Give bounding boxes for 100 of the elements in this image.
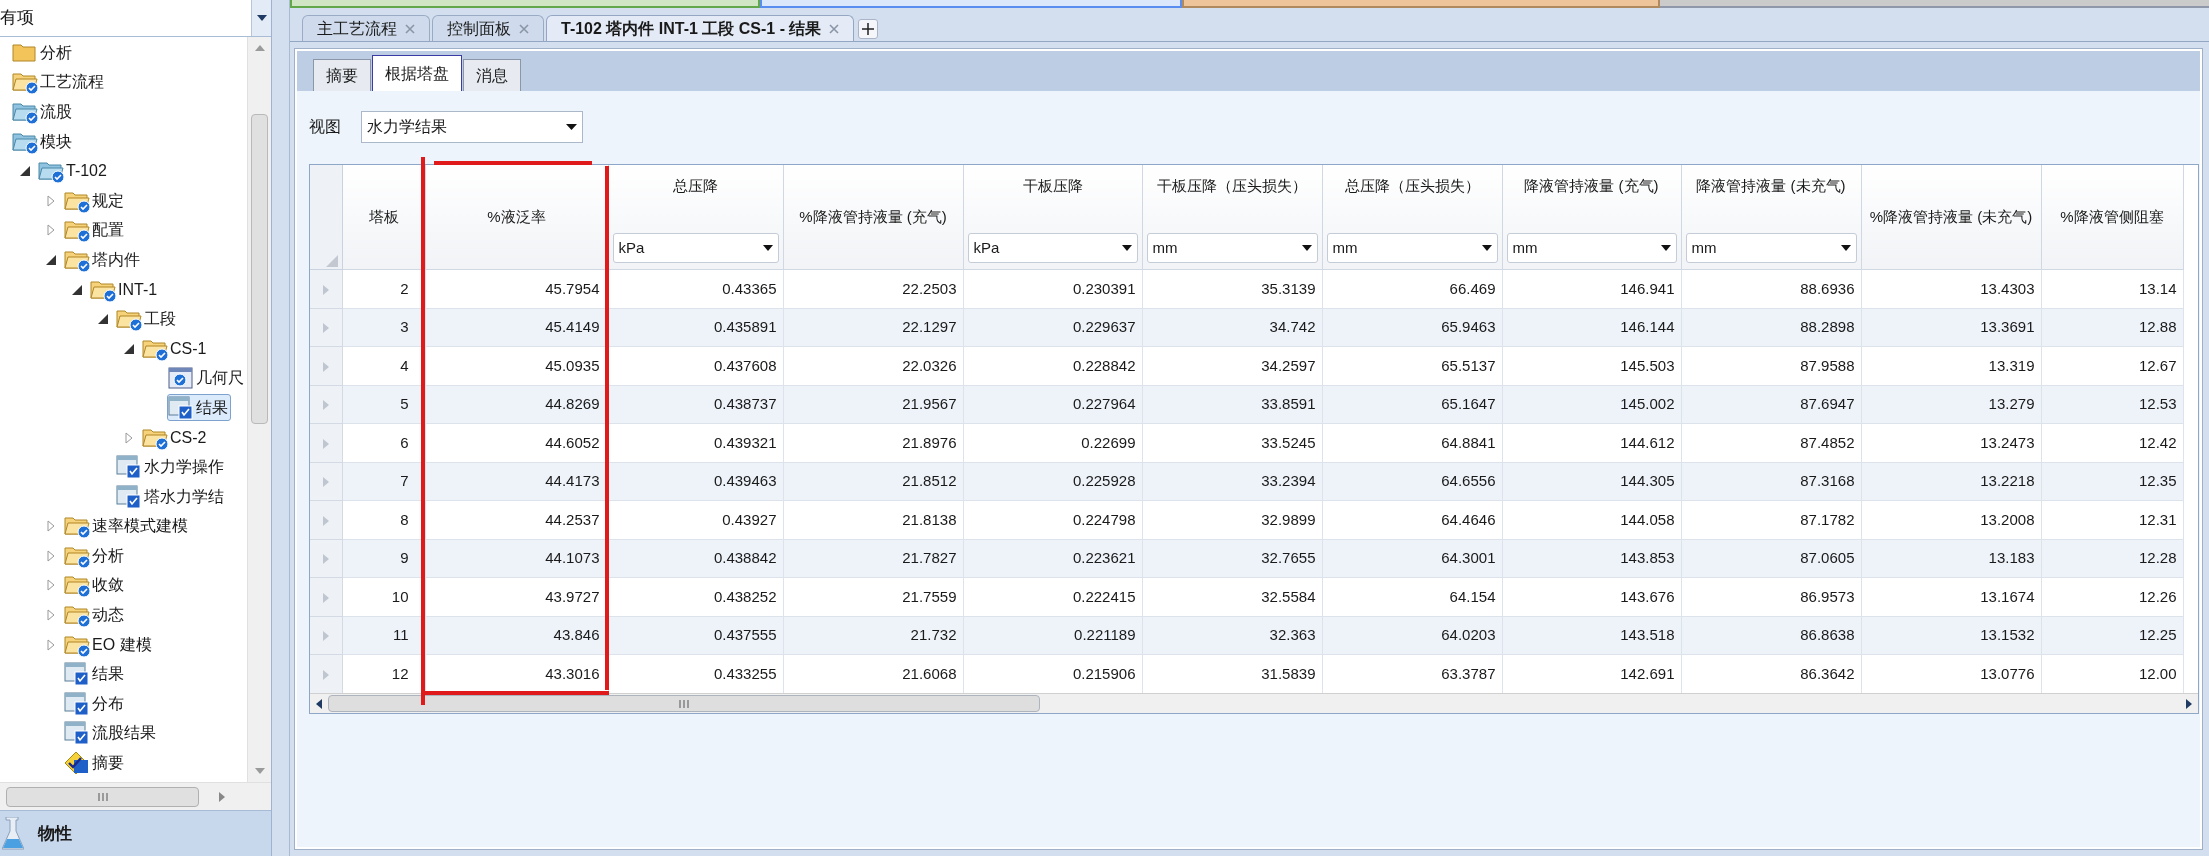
unit-dropdown[interactable]: kPa	[967, 233, 1138, 263]
horizontal-scrollbar[interactable]	[0, 782, 271, 810]
column-header[interactable]: 降液管持液量 (未充气)	[1681, 175, 1861, 197]
tree-item[interactable]: 流股	[11, 98, 75, 126]
close-icon[interactable]	[519, 23, 529, 34]
row-indicator-icon[interactable]	[322, 669, 329, 680]
tree-item[interactable]: 规定	[63, 187, 127, 215]
table-cell-text: 10	[391, 587, 410, 605]
tree-item[interactable]: EO 建模	[63, 631, 155, 659]
table-cell-text: 12.26	[2138, 587, 2178, 605]
navigation-pane-button[interactable]: 物性	[0, 810, 271, 856]
collapsed-arrow-icon[interactable]	[47, 549, 55, 562]
collapsed-arrow-icon[interactable]	[47, 520, 55, 533]
scroll-down-arrow-icon[interactable]	[254, 768, 265, 774]
tree-item[interactable]: 配置	[63, 216, 127, 244]
scroll-right-arrow-icon[interactable]	[2186, 698, 2192, 709]
table-cell-text: 12.00	[2138, 664, 2178, 682]
row-indicator-icon[interactable]	[322, 477, 329, 487]
document-tab[interactable]: 主工艺流程	[302, 15, 430, 41]
row-indicator-icon[interactable]	[322, 515, 329, 526]
vertical-scrollbar[interactable]	[247, 37, 271, 782]
row-indicator-icon[interactable]	[322, 631, 329, 641]
tree-item[interactable]: 水力学操作	[115, 453, 227, 481]
row-indicator-icon[interactable]	[322, 361, 329, 372]
row-indicator-icon[interactable]	[322, 400, 329, 410]
unit-dropdown[interactable]: mm	[1146, 233, 1318, 263]
tab[interactable]: 根据塔盘	[372, 55, 462, 91]
add-tab-button[interactable]	[858, 19, 879, 39]
row-indicator-icon[interactable]	[322, 592, 329, 603]
collapsed-arrow-icon[interactable]	[47, 638, 55, 651]
column-header[interactable]: 降液管持液量 (充气)	[1502, 175, 1681, 197]
collapsed-arrow-icon[interactable]	[47, 224, 55, 237]
table-cell-text: 43.9727	[545, 587, 601, 605]
tree-item[interactable]: 摘要	[63, 749, 127, 777]
tree-item[interactable]: 几何尺	[167, 364, 247, 392]
tree-item[interactable]: 分析	[63, 542, 127, 570]
row-indicator-icon[interactable]	[322, 438, 329, 449]
table-cell-text: 0.43927	[722, 510, 778, 528]
row-indicator-icon[interactable]	[322, 284, 329, 295]
filter-combobox[interactable]: 有项	[0, 0, 251, 36]
column-header[interactable]: 总压降（压头损失）	[1322, 175, 1502, 197]
tree-item[interactable]: 速率模式建模	[63, 512, 191, 540]
close-icon[interactable]	[405, 23, 415, 34]
tree-item[interactable]: 结果	[167, 394, 231, 422]
table-cell-text: 66.469	[1449, 279, 1497, 297]
grip-icon[interactable]	[97, 792, 108, 801]
grip-icon[interactable]	[679, 699, 689, 708]
horizontal-scrollbar[interactable]	[310, 693, 2198, 713]
close-icon[interactable]	[829, 23, 840, 34]
column-header[interactable]: 干板压降（压头损失）	[1142, 175, 1322, 197]
tree-item[interactable]: 收敛	[63, 572, 127, 599]
table-cell-text: 88.2898	[1800, 318, 1856, 335]
tree-item[interactable]: T-102	[37, 157, 110, 185]
view-dropdown[interactable]: 水力学结果	[361, 111, 583, 143]
row-indicator-icon[interactable]	[322, 554, 329, 564]
document-tab[interactable]: 控制面板	[432, 15, 544, 41]
unit-dropdown[interactable]: mm	[1506, 233, 1677, 263]
table-cell-text: 13.14	[2138, 279, 2178, 297]
unit-dropdown[interactable]: kPa	[612, 233, 779, 263]
scroll-left-arrow-icon[interactable]	[316, 698, 322, 709]
tree-item[interactable]: 分析	[11, 39, 75, 67]
table-cell-text: 21.7559	[902, 587, 958, 605]
collapsed-arrow-icon[interactable]	[47, 609, 55, 622]
expanded-arrow-icon[interactable]	[46, 254, 56, 265]
collapsed-arrow-icon[interactable]	[125, 431, 133, 444]
tree-item[interactable]: INT-1	[89, 276, 161, 304]
unit-dropdown[interactable]: mm	[1326, 233, 1498, 263]
column-header[interactable]: 干板压降	[963, 175, 1142, 197]
dropdown-arrow-icon	[1121, 245, 1132, 251]
collapsed-arrow-icon[interactable]	[47, 579, 55, 592]
collapsed-arrow-icon[interactable]	[47, 194, 55, 207]
tree-item[interactable]: CS-1	[141, 335, 210, 363]
tree-item[interactable]: 塔水力学结	[115, 483, 227, 511]
tree-item[interactable]: 工艺流程	[11, 68, 107, 96]
row-indicator-icon[interactable]	[322, 323, 329, 333]
tree-item[interactable]: 分布	[63, 690, 127, 718]
expanded-arrow-icon[interactable]	[20, 166, 30, 177]
tree-item[interactable]: 工段	[115, 305, 179, 333]
column-header[interactable]: 总压降	[608, 175, 783, 197]
document-tab[interactable]: T-102 塔内件 INT-1 工段 CS-1 - 结果	[546, 15, 855, 41]
table-cell-text: 45.4149	[545, 318, 601, 335]
tree-item[interactable]: 模块	[11, 128, 75, 156]
table-cell-text: 87.9588	[1800, 356, 1856, 374]
table-cell-text: 143.518	[1620, 626, 1676, 643]
tree-item[interactable]: CS-2	[141, 424, 210, 451]
tab[interactable]: 消息	[463, 59, 521, 91]
table-cell-text: 0.439463	[713, 472, 778, 489]
tree-item[interactable]: 动态	[63, 601, 127, 629]
tree-item[interactable]: 流股结果	[63, 719, 159, 747]
tree-item[interactable]: 塔内件	[63, 246, 143, 274]
unit-dropdown[interactable]: mm	[1685, 233, 1857, 263]
tree-item[interactable]: 结果	[63, 660, 127, 688]
expanded-arrow-icon[interactable]	[124, 343, 134, 354]
scroll-up-arrow-icon[interactable]	[254, 45, 265, 51]
expanded-arrow-icon[interactable]	[98, 314, 108, 325]
table-cell-text: 13.0776	[1980, 664, 2036, 682]
table-cell-text: 21.6068	[902, 664, 958, 682]
tab[interactable]: 摘要	[313, 59, 371, 91]
expanded-arrow-icon[interactable]	[72, 284, 82, 295]
table-cell-text: 12.28	[2138, 549, 2178, 566]
